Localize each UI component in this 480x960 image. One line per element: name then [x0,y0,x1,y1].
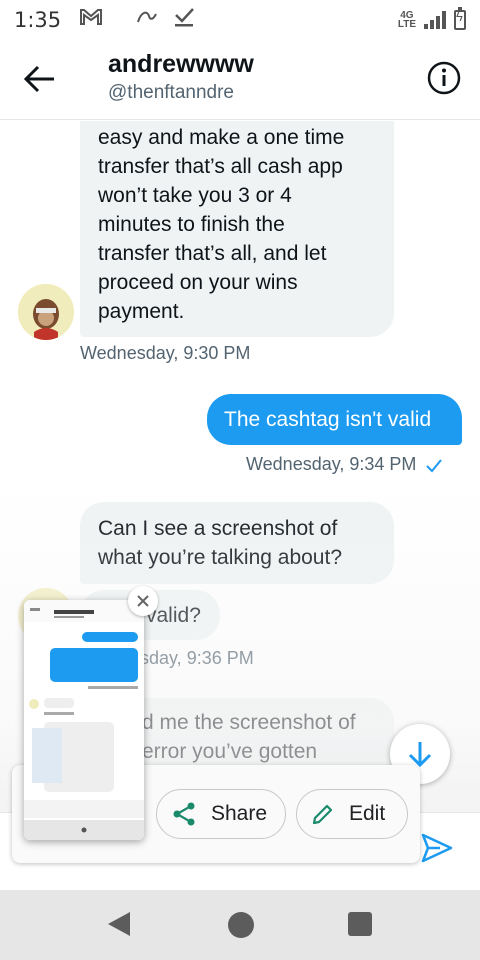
messaging-icon [135,8,159,32]
message-timestamp: Wednesday, 9:34 PM [246,454,443,475]
send-icon [421,833,453,863]
message-line: what you’re talking about? [98,546,342,569]
signal-icon [424,11,446,29]
battery-icon [454,7,466,30]
message-line: payment. [98,300,185,323]
contact-name[interactable]: andrewwww [108,50,254,79]
conversation-header: andrewwww @thenftanndre [0,40,480,120]
download-check-icon [173,7,195,33]
nav-home-button[interactable] [228,912,254,938]
network-type-icon: 4G LTE [397,10,416,30]
system-nav-bar [0,890,480,960]
back-button[interactable] [22,62,62,96]
message-timestamp: Wednesday, 9:30 PM [80,343,251,363]
ape-avatar-icon [18,284,74,340]
read-check-icon [426,459,443,473]
edit-label: Edit [349,802,386,825]
contact-handle: @thenftanndre [108,82,234,103]
status-bar: 1:35 4G LTE [0,0,480,40]
dismiss-screenshot-button[interactable] [128,586,158,616]
message-timestamp: sday, 9:36 PM [140,648,254,668]
send-button[interactable] [420,832,460,870]
close-icon [137,595,149,607]
nav-back-button[interactable] [106,910,132,943]
info-icon [427,61,461,95]
triangle-back-icon [108,912,130,936]
nav-recents-button[interactable] [348,912,372,936]
edit-button[interactable]: Edit [296,789,408,839]
share-label: Share [211,802,268,825]
pencil-icon [312,804,333,825]
share-button[interactable]: Share [156,789,286,839]
message-line: error you’ve gotten [142,740,318,763]
message-bubble-outgoing[interactable]: The cashtag isn't valid [207,394,462,445]
message-line: proceed on your wins [98,271,298,294]
message-line: minutes to finish the [98,213,285,236]
share-icon [173,802,195,826]
message-line: transfer that’s all, and let [98,242,327,265]
screenshot-thumbnail[interactable] [24,600,144,840]
message-line: Can I see a screenshot of [98,517,338,540]
message-line: won’t take you 3 or 4 [98,184,292,207]
message-line: transfer that’s all cash app [98,155,343,178]
status-time: 1:35 [14,8,62,32]
screenshot-preview-image [24,600,144,840]
message-bubble-incoming[interactable]: easy and make a one time transfer that’s… [80,121,394,337]
message-line: d me the screenshot of [142,711,356,734]
gmail-icon [79,8,103,32]
avatar[interactable] [18,284,74,340]
message-bubble-incoming[interactable]: Can I see a screenshot of what you’re ta… [80,502,394,584]
message-timestamp-text: Wednesday, 9:34 PM [246,454,417,474]
back-arrow-icon [23,65,54,93]
info-button[interactable] [426,60,462,96]
message-line: easy and make a one time [98,126,345,149]
